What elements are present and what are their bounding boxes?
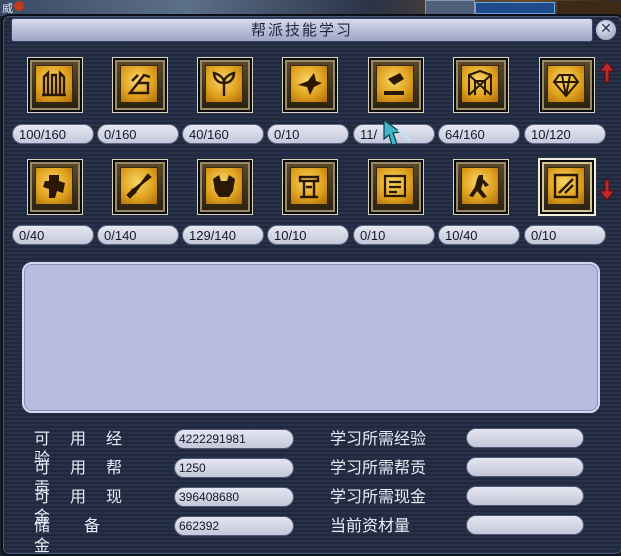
scroll-icon [376,167,414,205]
skill-level-field: 0/10 [524,225,606,245]
available-contrib-label: 可用帮贡 [34,458,143,497]
current-materials-label: 当前资材量 [330,516,411,535]
bird-icon [290,65,328,103]
available-cash-field: 396408680 [174,487,294,507]
crane-icon [120,65,158,103]
current-materials-field [466,515,584,535]
plant-icon [205,65,243,103]
skill-slot[interactable] [540,160,594,214]
skill-level-field: 40/160 [182,124,264,144]
skill-level-field: 10/40 [438,225,520,245]
skill-slot[interactable] [283,58,337,112]
close-button[interactable]: ✕ [595,19,617,41]
shrine-icon [461,65,499,103]
tower-icon [35,65,73,103]
required-exp-field [466,428,584,448]
world-status-bar [475,2,555,14]
blade-icon [120,167,158,205]
skill-slot[interactable] [369,58,423,112]
runner-icon [461,167,499,205]
skill-level-field: 100/160 [12,124,94,144]
skill-slot[interactable] [198,58,252,112]
title-bar[interactable]: 帮派技能学习 [11,18,593,42]
arrow-up-icon[interactable] [599,60,615,84]
required-cash-label: 学习所需现金 [330,487,427,506]
strongman-icon [35,167,73,205]
required-contrib-label: 学习所需帮贡 [330,458,427,477]
skill-level-field: 0/10 [353,225,435,245]
hammer-icon [376,65,414,103]
skill-slot[interactable] [28,160,82,214]
skill-slot[interactable] [454,160,508,214]
skill-level-field: 10/120 [524,124,606,144]
mouse-cursor-icon [383,118,411,146]
skill-level-field: 0/40 [12,225,94,245]
skill-slot[interactable] [369,160,423,214]
skill-level-field: 0/160 [97,124,179,144]
reserve-fund-field: 662392 [174,516,294,536]
required-exp-label: 学习所需经验 [330,429,427,448]
skill-slot[interactable] [113,58,167,112]
skill-level-field: 0/140 [97,225,179,245]
available-cash-label: 可用现金 [34,487,143,526]
skill-level-field: 129/140 [182,225,264,245]
skill-level-field: 64/160 [438,124,520,144]
arrow-down-icon[interactable] [599,178,615,202]
reserve-fund-label: 储备金 [34,516,135,555]
skill-slot[interactable] [283,160,337,214]
skill-description-panel [22,262,600,413]
forge-icon [290,167,328,205]
chisel-icon [547,167,585,205]
crystal-icon [547,65,585,103]
world-ornament-icon [557,1,621,15]
skill-slot[interactable] [454,58,508,112]
required-contrib-field [466,457,584,477]
skill-slot[interactable] [198,160,252,214]
required-cash-field [466,486,584,506]
available-exp-label: 可用经验 [34,429,143,468]
skill-slot[interactable] [540,58,594,112]
window-title: 帮派技能学习 [250,21,353,39]
available-exp-field: 4222291981 [174,429,294,449]
skill-slot[interactable] [113,160,167,214]
skill-level-field: 0/10 [267,124,349,144]
beast-icon [205,167,243,205]
skill-level-field: 10/10 [267,225,349,245]
world-marker-icon [14,1,24,11]
skill-slot[interactable] [28,58,82,112]
available-contrib-field: 1250 [174,458,294,478]
